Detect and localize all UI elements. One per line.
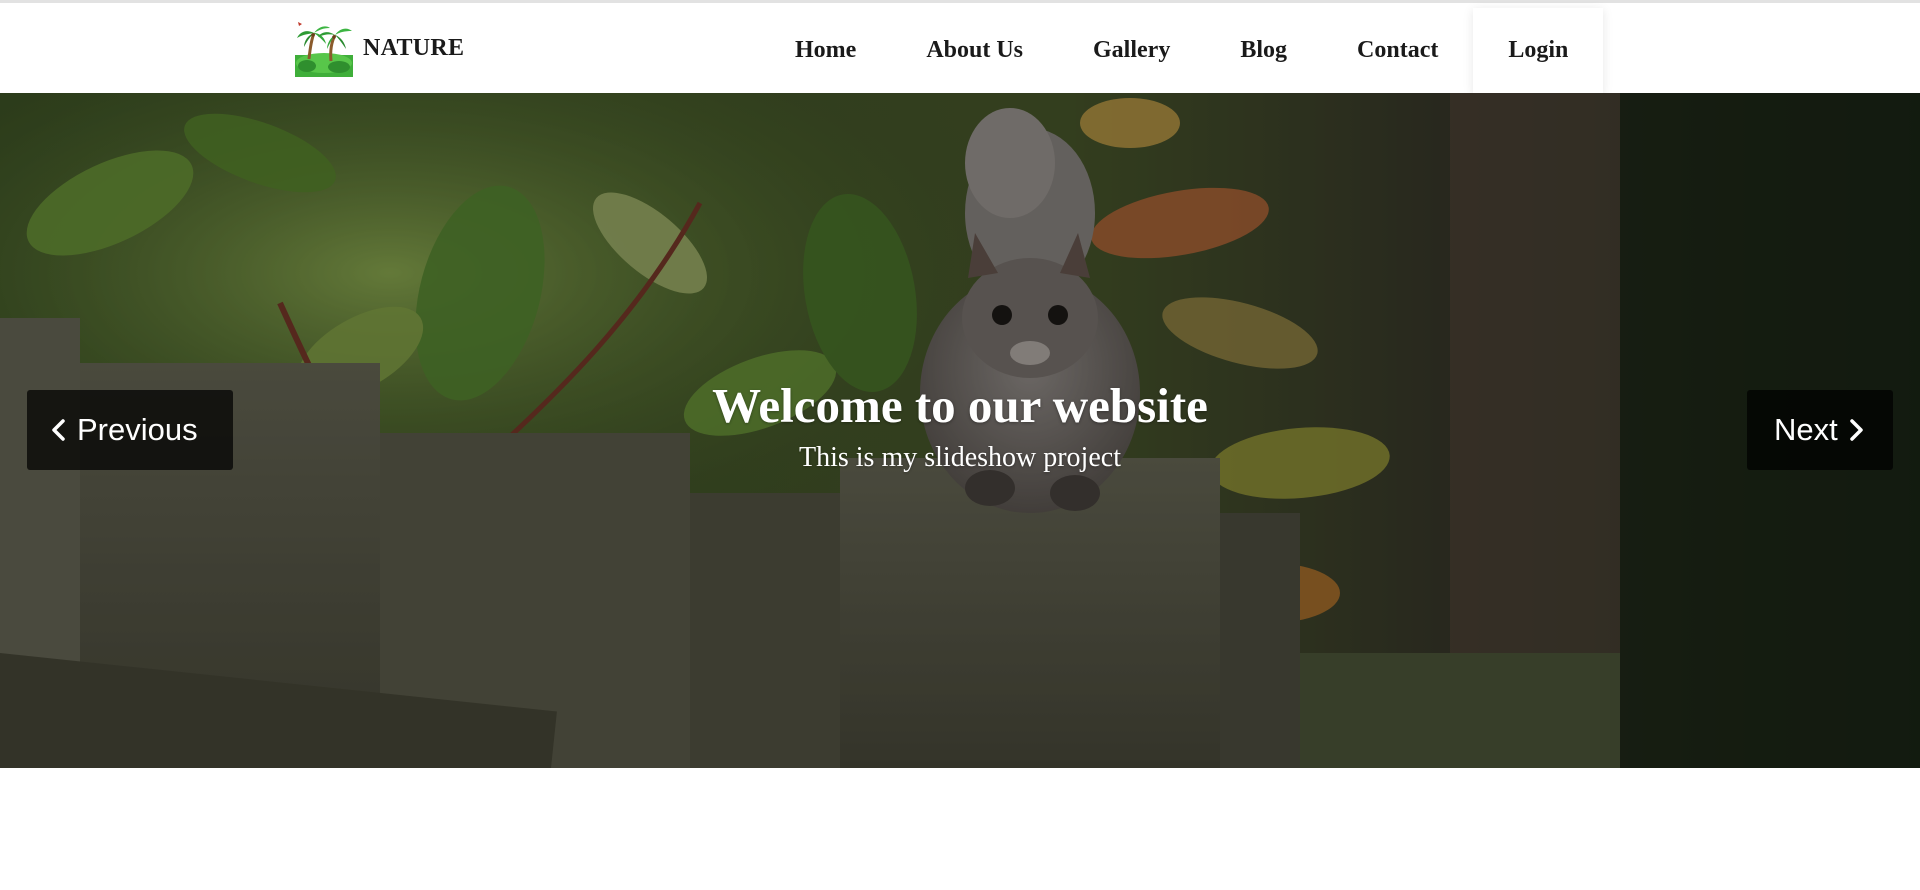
slideshow: Welcome to our website This is my slides…: [0, 93, 1920, 768]
palm-trees-logo-icon: [295, 19, 353, 77]
nav-about-us[interactable]: About Us: [891, 8, 1058, 93]
brand[interactable]: NATURE: [295, 19, 464, 77]
main-nav: Home About Us Gallery Blog Contact Login: [760, 8, 1604, 93]
chevron-right-icon: [1846, 418, 1866, 442]
nav-contact[interactable]: Contact: [1322, 8, 1473, 93]
nav-home[interactable]: Home: [760, 8, 891, 93]
slide-title: Welcome to our website: [712, 378, 1208, 433]
previous-button[interactable]: Previous: [27, 390, 233, 470]
next-label: Next: [1774, 412, 1838, 447]
nav-blog[interactable]: Blog: [1205, 8, 1322, 93]
slide-subtitle: This is my slideshow project: [799, 442, 1121, 473]
slide-caption: Welcome to our website This is my slides…: [0, 378, 1920, 476]
navbar: NATURE Home About Us Gallery Blog Contac…: [0, 3, 1920, 93]
nav-login[interactable]: Login: [1473, 8, 1604, 93]
next-button[interactable]: Next: [1747, 390, 1893, 470]
brand-name: NATURE: [363, 34, 465, 61]
chevron-left-icon: [49, 418, 69, 442]
nav-gallery[interactable]: Gallery: [1058, 8, 1205, 93]
previous-label: Previous: [77, 412, 198, 447]
